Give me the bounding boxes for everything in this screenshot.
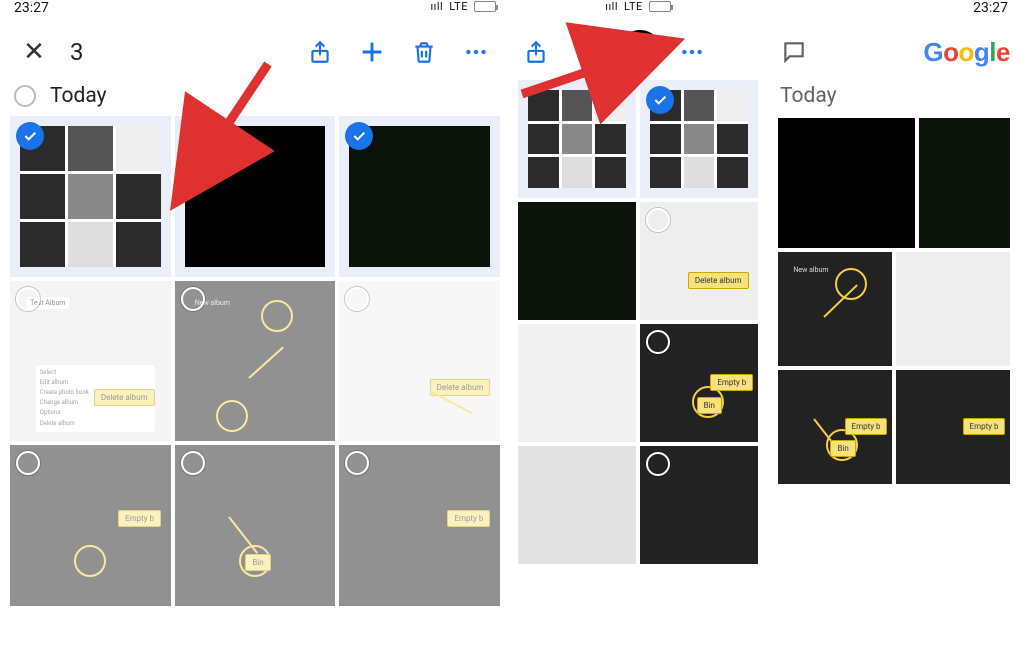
select-ring[interactable]: [646, 330, 670, 354]
check-icon: [16, 122, 44, 150]
photo-grid: Delete album Empty b Bin: [510, 80, 766, 564]
photo-thumb[interactable]: [518, 324, 636, 442]
share-icon: [307, 39, 333, 65]
photo-grid: New album Empty b Bin Empty b: [766, 248, 1022, 484]
photo-row: [766, 118, 1022, 248]
close-button[interactable]: ✕: [12, 30, 56, 74]
photo-thumb[interactable]: [10, 116, 171, 277]
status-time: 23:27: [14, 0, 49, 16]
status-bar: ııll LTE: [510, 0, 766, 24]
section-label: Today: [50, 84, 107, 108]
context-menu-thumb: SelectEdit album Create photo bookChange…: [36, 365, 155, 432]
sharing-button[interactable]: [772, 30, 816, 74]
select-ring[interactable]: [646, 452, 670, 476]
plus-icon: [358, 38, 386, 66]
photo-thumb[interactable]: Empty b Bin: [640, 324, 758, 442]
section-label: Today: [766, 80, 1022, 118]
photo-thumb[interactable]: Delete album: [339, 281, 500, 442]
photo-thumb[interactable]: Empty b Bin: [778, 370, 892, 484]
photo-thumb[interactable]: Empty b: [896, 370, 1010, 484]
photo-thumb[interactable]: Empty b: [10, 445, 171, 606]
select-ring[interactable]: [181, 287, 205, 311]
status-time: 23:27: [973, 0, 1008, 16]
select-all-toggle[interactable]: [14, 85, 36, 107]
photo-thumb[interactable]: Bin: [175, 445, 336, 606]
annotation-arrow: [516, 34, 656, 114]
select-ring[interactable]: [181, 451, 205, 475]
app-header: Google: [766, 24, 1022, 80]
photo-grid: Test Album SelectEdit album Create photo…: [0, 116, 510, 606]
photo-thumb[interactable]: Test Album SelectEdit album Create photo…: [10, 281, 171, 442]
photo-thumb[interactable]: New album: [778, 252, 892, 366]
photo-thumb[interactable]: [640, 446, 758, 564]
more-icon: [463, 39, 489, 65]
photo-thumb[interactable]: [778, 118, 915, 248]
overflow-button[interactable]: [670, 30, 714, 74]
close-icon: ✕: [23, 37, 45, 67]
battery-icon: [474, 1, 496, 12]
select-ring[interactable]: [646, 208, 670, 232]
photo-thumb[interactable]: [339, 116, 500, 277]
battery-icon: [649, 1, 671, 12]
select-ring[interactable]: [16, 451, 40, 475]
select-ring[interactable]: [345, 451, 369, 475]
photo-thumb[interactable]: [919, 118, 1010, 248]
photo-thumb[interactable]: New album: [175, 281, 336, 442]
more-icon: [679, 39, 705, 65]
photo-thumb[interactable]: [896, 252, 1010, 366]
photo-thumb[interactable]: [518, 446, 636, 564]
photo-thumb[interactable]: Delete album: [640, 202, 758, 320]
annotation-arrow: [180, 56, 290, 186]
photo-thumb[interactable]: [640, 80, 758, 198]
trash-icon: [411, 39, 437, 65]
select-ring[interactable]: [16, 287, 40, 311]
delete-button[interactable]: [402, 30, 446, 74]
chat-icon: [781, 39, 807, 65]
share-button[interactable]: [298, 30, 342, 74]
status-right: ııll LTE: [430, 0, 496, 13]
select-ring[interactable]: [345, 287, 369, 311]
selection-count: 3: [70, 38, 84, 66]
google-logo: Google: [923, 37, 1010, 68]
status-bar: 23:27: [766, 0, 1022, 24]
screen-library: 23:27 Google Today New album: [766, 0, 1022, 663]
status-bar: 23:27 ııll LTE: [0, 0, 510, 24]
photo-thumb[interactable]: Empty b: [339, 445, 500, 606]
add-button[interactable]: [350, 30, 394, 74]
overflow-button[interactable]: [454, 30, 498, 74]
photo-thumb[interactable]: [518, 202, 636, 320]
